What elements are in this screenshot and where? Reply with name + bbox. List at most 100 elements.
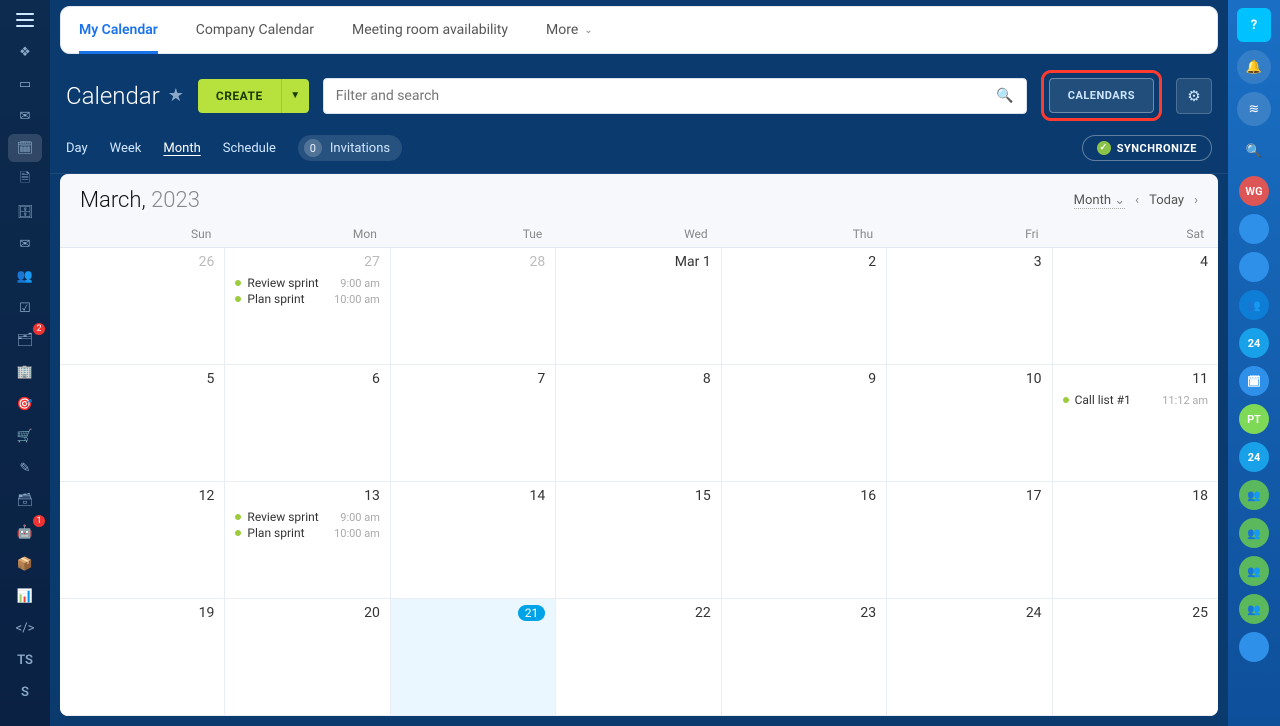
sign-icon[interactable]: ✎: [8, 454, 42, 482]
day-cell[interactable]: 18: [1053, 482, 1218, 599]
avatar-grp3[interactable]: 👥: [1239, 518, 1269, 548]
day-cell[interactable]: 25: [1053, 599, 1218, 716]
calendars-button[interactable]: CALENDARS: [1049, 78, 1154, 113]
view-day[interactable]: Day: [66, 141, 88, 156]
day-cell[interactable]: 14: [391, 482, 556, 599]
day-cell[interactable]: 21: [391, 599, 556, 716]
event-item[interactable]: Plan sprint10:00 am: [235, 526, 379, 540]
tab-meeting-room-availability[interactable]: Meeting room availability: [352, 6, 508, 54]
tab-company-calendar[interactable]: Company Calendar: [196, 6, 314, 54]
event-item[interactable]: Review sprint9:00 am: [235, 510, 379, 524]
rail-text-ts[interactable]: TS: [8, 646, 42, 674]
day-cell[interactable]: 12: [60, 482, 225, 599]
today-button[interactable]: Today: [1149, 193, 1184, 208]
day-cell[interactable]: 11Call list #111:12 am: [1053, 365, 1218, 482]
page-title: Calendar ★: [66, 82, 184, 110]
market-icon[interactable]: 📊: [8, 582, 42, 610]
robot-icon[interactable]: 🤖1: [8, 518, 42, 546]
day-cell[interactable]: 16: [722, 482, 887, 599]
avatar-2[interactable]: [1239, 252, 1269, 282]
event-title: Plan sprint: [247, 292, 328, 306]
help-button[interactable]: ?: [1237, 8, 1271, 42]
chat-icon[interactable]: ✉: [8, 102, 42, 130]
box-icon[interactable]: 📦: [8, 550, 42, 578]
create-button[interactable]: CREATE: [198, 79, 281, 113]
search-button[interactable]: 🔍: [1237, 134, 1271, 168]
day-cell[interactable]: 28: [391, 248, 556, 365]
day-cell[interactable]: 26: [60, 248, 225, 365]
day-cell[interactable]: 27Review sprint9:00 amPlan sprint10:00 a…: [225, 248, 390, 365]
day-cell[interactable]: 8: [556, 365, 721, 482]
day-number: 25: [1063, 605, 1208, 621]
day-cell[interactable]: 13Review sprint9:00 amPlan sprint10:00 a…: [225, 482, 390, 599]
avatar-group[interactable]: 👥: [1239, 290, 1269, 320]
prev-arrow[interactable]: ‹: [1135, 193, 1139, 208]
event-title: Call list #1: [1075, 393, 1157, 407]
invitations-pill[interactable]: 0 Invitations: [298, 135, 402, 161]
tab-my-calendar[interactable]: My Calendar: [79, 6, 158, 54]
filter-icon[interactable]: 🗂2: [8, 326, 42, 354]
event-item[interactable]: Plan sprint10:00 am: [235, 292, 379, 306]
tab-more[interactable]: More⌄: [546, 6, 593, 54]
day-cell[interactable]: 4: [1053, 248, 1218, 365]
event-item[interactable]: Review sprint9:00 am: [235, 276, 379, 290]
right-rail: ? 🔔 ≋ 🔍 WG 👥 24 🗓 PT 24 👥 👥 👥 👥: [1228, 0, 1280, 726]
tasks-icon[interactable]: ☑: [8, 294, 42, 322]
search-input[interactable]: [336, 88, 997, 104]
avatar-pt[interactable]: PT: [1239, 404, 1269, 434]
day-cell[interactable]: 20: [225, 599, 390, 716]
avatar-wg[interactable]: WG: [1239, 176, 1269, 206]
avatar-grp2[interactable]: 👥: [1239, 480, 1269, 510]
day-cell[interactable]: 24: [887, 599, 1052, 716]
workgroups-icon[interactable]: 👥: [8, 262, 42, 290]
day-cell[interactable]: 15: [556, 482, 721, 599]
day-cell[interactable]: 7: [391, 365, 556, 482]
avatar-24b[interactable]: 24: [1239, 442, 1269, 472]
day-cell[interactable]: 9: [722, 365, 887, 482]
drive-icon[interactable]: 🗄: [8, 198, 42, 226]
avatar-cal[interactable]: 🗓: [1239, 366, 1269, 396]
day-cell[interactable]: 23: [722, 599, 887, 716]
favorite-icon[interactable]: ★: [168, 85, 184, 106]
view-schedule[interactable]: Schedule: [223, 141, 276, 156]
activity-button[interactable]: ≋: [1237, 92, 1271, 126]
code-icon[interactable]: </>: [8, 614, 42, 642]
calendar-icon[interactable]: 🗓: [8, 134, 42, 162]
cart-icon[interactable]: 🛒: [8, 422, 42, 450]
feed-icon[interactable]: ❖: [8, 38, 42, 66]
next-arrow[interactable]: ›: [1194, 193, 1198, 208]
day-cell[interactable]: 2: [722, 248, 887, 365]
target-icon[interactable]: 🎯: [8, 390, 42, 418]
day-cell[interactable]: Mar 1: [556, 248, 721, 365]
day-number: 6: [235, 371, 379, 387]
avatar-user[interactable]: [1239, 632, 1269, 662]
avatar-24a[interactable]: 24: [1239, 328, 1269, 358]
event-item[interactable]: Call list #111:12 am: [1063, 393, 1208, 407]
avatar-1[interactable]: [1239, 214, 1269, 244]
menu-icon[interactable]: [8, 6, 42, 34]
create-dropdown[interactable]: ▼: [281, 79, 309, 113]
view-month[interactable]: Month: [163, 141, 200, 156]
mail-icon[interactable]: ✉: [8, 230, 42, 258]
settings-button[interactable]: ⚙: [1176, 78, 1212, 114]
docs-icon[interactable]: 🗎: [8, 166, 42, 194]
month-text: March,: [80, 188, 146, 213]
day-cell[interactable]: 5: [60, 365, 225, 482]
company-icon[interactable]: 🏢: [8, 358, 42, 386]
avatar-grp4[interactable]: 👥: [1239, 556, 1269, 586]
scale-selector[interactable]: Month ⌄: [1074, 193, 1126, 209]
notifications-button[interactable]: 🔔: [1237, 50, 1271, 84]
view-week[interactable]: Week: [110, 141, 142, 156]
search-field[interactable]: 🔍: [323, 78, 1027, 114]
file-icon[interactable]: ▭: [8, 70, 42, 98]
day-cell[interactable]: 6: [225, 365, 390, 482]
day-cell[interactable]: 19: [60, 599, 225, 716]
avatar-grp5[interactable]: 👥: [1239, 594, 1269, 624]
rail-text-s[interactable]: S: [8, 678, 42, 706]
card-icon[interactable]: 🗃: [8, 486, 42, 514]
day-cell[interactable]: 10: [887, 365, 1052, 482]
day-cell[interactable]: 3: [887, 248, 1052, 365]
day-cell[interactable]: 17: [887, 482, 1052, 599]
day-cell[interactable]: 22: [556, 599, 721, 716]
synchronize-button[interactable]: ✓ SYNCHRONIZE: [1082, 135, 1212, 161]
